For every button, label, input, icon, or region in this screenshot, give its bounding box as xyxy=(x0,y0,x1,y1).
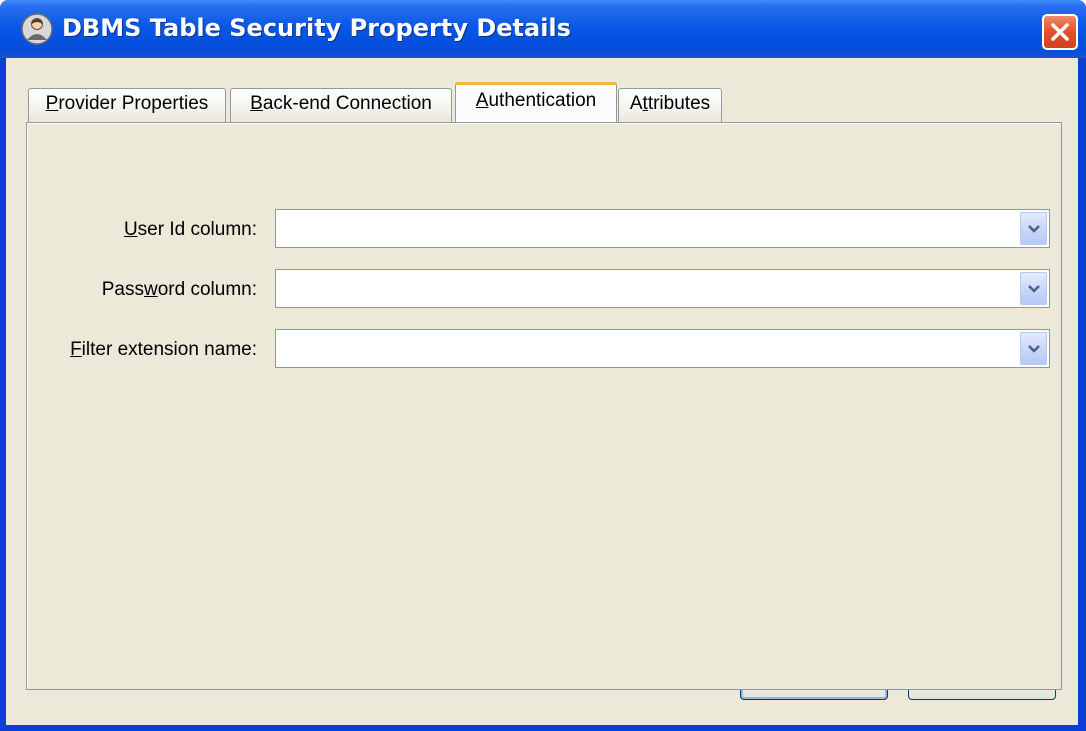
password-column-label: Password column: xyxy=(101,279,257,300)
tab-authentication[interactable]: Authentication xyxy=(455,82,617,122)
tab-back-end-connection[interactable]: Back-end Connection xyxy=(230,88,452,122)
tab-label: Attributes xyxy=(629,93,711,114)
tab-attributes[interactable]: Attributes xyxy=(618,88,722,122)
password-column-dropdown-button[interactable] xyxy=(1020,272,1047,305)
window-title: DBMS Table Security Property Details xyxy=(62,14,571,42)
close-icon xyxy=(1051,23,1069,41)
close-button[interactable] xyxy=(1042,14,1078,50)
title-bar[interactable]: DBMS Table Security Property Details xyxy=(0,0,1086,58)
filter-extension-name-combo[interactable] xyxy=(275,329,1050,368)
password-column-combo[interactable] xyxy=(275,269,1050,308)
user-security-icon xyxy=(21,13,53,45)
tab-label: Provider Properties xyxy=(45,93,209,114)
tab-label: Back-end Connection xyxy=(250,93,432,114)
chevron-down-icon xyxy=(1028,285,1040,293)
authentication-panel: User Id column: Password column: Filter … xyxy=(26,122,1062,690)
filter-extension-name-label: Filter extension name: xyxy=(70,339,257,360)
dialog-client-area: Provider Properties Back-end Connection … xyxy=(6,58,1078,725)
user-id-column-combo[interactable] xyxy=(275,209,1050,248)
user-id-column-label: User Id column: xyxy=(123,219,257,240)
chevron-down-icon xyxy=(1028,225,1040,233)
user-id-column-dropdown-button[interactable] xyxy=(1020,212,1047,245)
tab-provider-properties[interactable]: Provider Properties xyxy=(28,88,226,122)
dialog-window: DBMS Table Security Property Details Pro… xyxy=(0,0,1086,731)
filter-extension-name-dropdown-button[interactable] xyxy=(1020,332,1047,365)
tab-label: Authentication xyxy=(475,90,597,111)
chevron-down-icon xyxy=(1028,345,1040,353)
